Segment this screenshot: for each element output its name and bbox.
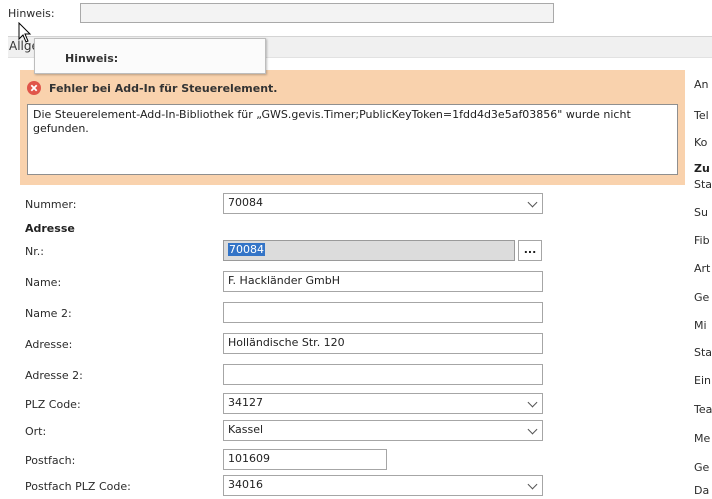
right-label: Fib (694, 234, 710, 247)
nr-input[interactable]: 70084 (223, 240, 515, 261)
hinweis-label: Hinweis: (8, 7, 55, 20)
right-label: Tel (694, 109, 709, 122)
nr-value-selected: 70084 (228, 243, 265, 256)
nummer-value: 70084 (228, 196, 263, 209)
right-label: Sta (694, 178, 712, 191)
right-label: Tea (694, 403, 712, 416)
right-label: Me (694, 432, 711, 445)
right-heading: Zu (694, 162, 710, 175)
nr-lookup-button[interactable]: ... (518, 240, 542, 261)
nummer-label: Nummer: (25, 198, 77, 211)
mouse-cursor-icon (18, 21, 32, 47)
adresse2-input[interactable] (223, 364, 543, 385)
error-title: Fehler bei Add-In für Steuerelement. (49, 82, 278, 95)
right-label: An (694, 78, 709, 91)
postfach-plz-label: Postfach PLZ Code: (25, 480, 131, 493)
right-label: Ge (694, 291, 710, 304)
name2-input[interactable] (223, 302, 543, 323)
chevron-down-icon (527, 479, 538, 490)
name2-label: Name 2: (25, 307, 72, 320)
tooltip-title: Hinweis: (65, 52, 119, 65)
error-icon (27, 81, 41, 95)
error-message: Die Steuerelement-Add-In-Bibliothek für … (27, 104, 678, 175)
chevron-down-icon (527, 197, 538, 208)
name-label: Name: (25, 276, 62, 289)
adresse-heading: Adresse (25, 222, 75, 235)
adresse-input[interactable]: Holländische Str. 120 (223, 333, 543, 354)
ort-label: Ort: (25, 425, 47, 438)
plz-value: 34127 (228, 396, 263, 409)
hinweis-tooltip: Hinweis: (34, 38, 266, 74)
postfach-input[interactable]: 101609 (223, 449, 387, 470)
nr-label: Nr.: (25, 245, 44, 258)
right-label: Ko (694, 136, 708, 149)
right-label: Su (694, 206, 708, 219)
postfach-plz-select[interactable]: 34016 (223, 475, 543, 496)
right-label: Ge (694, 461, 710, 474)
right-label: Da (694, 484, 710, 497)
ort-select[interactable]: Kassel (223, 420, 543, 441)
right-label: Mi (694, 319, 707, 332)
error-panel: Fehler bei Add-In für Steuerelement. Die… (20, 70, 685, 185)
postfach-plz-value: 34016 (228, 478, 263, 491)
postfach-label: Postfach: (25, 454, 76, 467)
right-label: Ein (694, 374, 711, 387)
nummer-select[interactable]: 70084 (223, 193, 543, 214)
plz-select[interactable]: 34127 (223, 393, 543, 414)
adresse2-label: Adresse 2: (25, 369, 83, 382)
plz-label: PLZ Code: (25, 398, 81, 411)
right-label: Art (694, 262, 711, 275)
ort-value: Kassel (228, 423, 264, 436)
chevron-down-icon (527, 397, 538, 408)
right-label: Sta (694, 346, 712, 359)
adresse-label: Adresse: (25, 338, 73, 351)
hinweis-field[interactable] (80, 3, 554, 23)
name-input[interactable]: F. Hackländer GmbH (223, 271, 543, 292)
chevron-down-icon (527, 424, 538, 435)
